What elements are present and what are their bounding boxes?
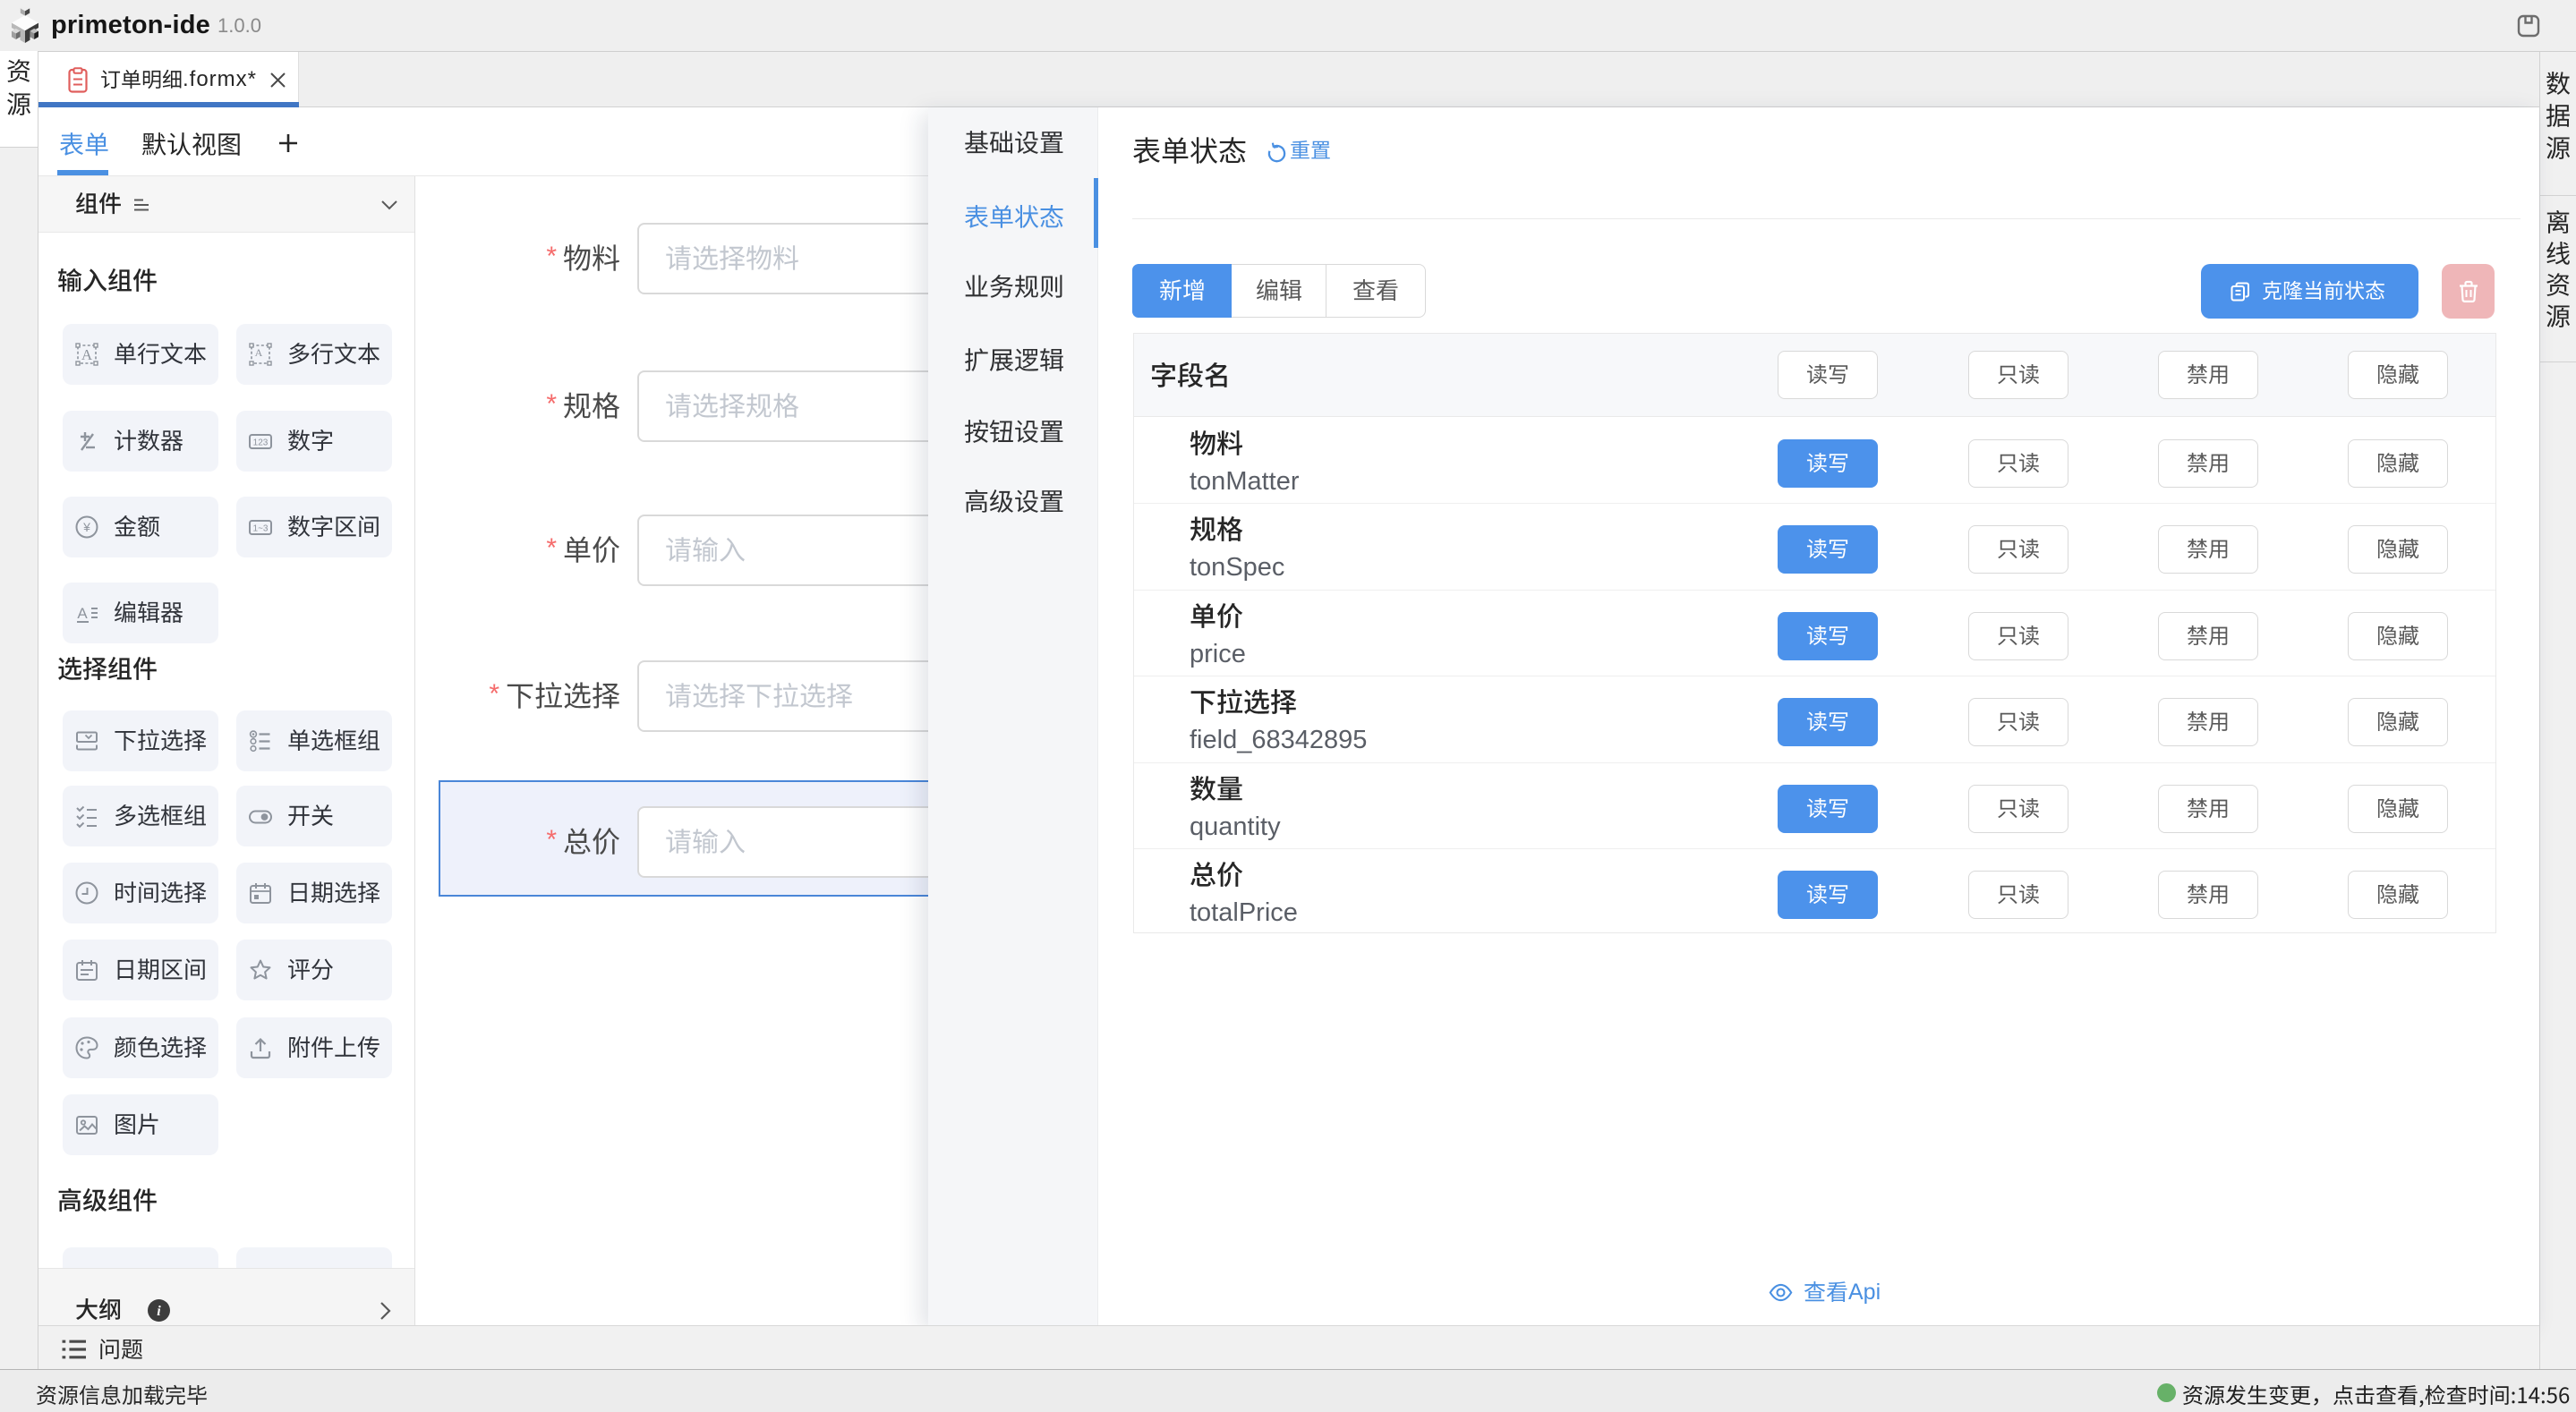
svg-text:¥: ¥	[82, 520, 90, 534]
svg-text:123: 123	[253, 438, 269, 448]
svg-text:i: i	[157, 1304, 161, 1319]
svg-text:A: A	[81, 346, 93, 363]
svg-text:A: A	[77, 605, 88, 622]
svg-text:1~3: 1~3	[253, 524, 269, 534]
svg-text:A: A	[255, 346, 263, 359]
